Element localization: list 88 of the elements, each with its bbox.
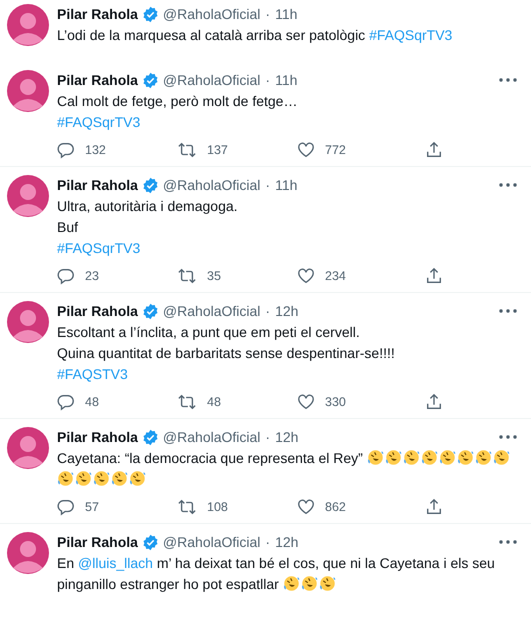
separator-dot: ·: [265, 72, 270, 88]
avatar[interactable]: [7, 427, 49, 469]
laughing-emoji-icon: [384, 449, 402, 466]
more-icon[interactable]: [499, 435, 517, 439]
user-handle[interactable]: @RaholaOficial: [162, 6, 260, 22]
user-handle[interactable]: @RaholaOficial: [162, 429, 260, 445]
user-handle[interactable]: @RaholaOficial: [162, 534, 260, 550]
heart-icon[interactable]: [297, 498, 315, 516]
tweet-text: Buf: [57, 218, 80, 237]
laughing-emoji-icon: [75, 470, 92, 487]
share-icon[interactable]: [425, 141, 443, 159]
reply-icon[interactable]: [57, 267, 75, 285]
tweet-time[interactable]: 12h: [275, 534, 298, 550]
user-name[interactable]: Pilar Rahola: [57, 303, 138, 319]
heart-icon[interactable]: [297, 267, 315, 285]
more-icon[interactable]: [499, 540, 517, 544]
laughing-emoji-icon: [438, 449, 456, 466]
user-name[interactable]: Pilar Rahola: [57, 429, 138, 445]
reply-icon[interactable]: [57, 393, 75, 411]
user-name[interactable]: Pilar Rahola: [57, 534, 138, 550]
laughing-emoji-icon: [282, 575, 300, 592]
laughing-emoji-icon: [366, 449, 384, 466]
separator-dot: ·: [265, 429, 270, 445]
tweet-time[interactable]: 11h: [275, 177, 298, 193]
reply-count: 57: [85, 500, 99, 514]
user-name[interactable]: Pilar Rahola: [57, 72, 138, 88]
tweet-text: pinganillo estranger ho pot espatllar: [57, 574, 517, 594]
avatar[interactable]: [7, 70, 49, 112]
tweet-text: Cal molt de fetge, però molt de fetge…: [57, 92, 298, 111]
more-icon[interactable]: [499, 78, 517, 82]
laughing-emoji-icon: [474, 449, 492, 466]
user-handle[interactable]: @RaholaOficial: [162, 177, 260, 193]
like-count: 862: [325, 500, 346, 514]
retweet-count: 48: [207, 395, 221, 409]
avatar[interactable]: [7, 301, 49, 343]
like-count: 234: [325, 269, 346, 283]
laughing-emoji-icon: [111, 470, 128, 487]
like-count: 772: [325, 143, 346, 157]
separator-dot: ·: [265, 6, 270, 22]
tweet-text: L’odi de la marquesa al català arriba ser patològic #FAQSqrTV3: [57, 26, 454, 45]
tweet-text: En @lluis_llach m’ ha deixat tan bé el cos, que ni la Cayetana i els seu: [57, 554, 496, 573]
reply-count: 23: [85, 269, 99, 283]
reply-icon[interactable]: [57, 498, 75, 516]
tweet-text: Escoltant a l’ínclita, a punt que em peti el cervell.: [57, 323, 361, 342]
separator-dot: ·: [265, 177, 270, 193]
laughing-emoji-icon: [318, 575, 336, 592]
tweet-time[interactable]: 12h: [275, 429, 298, 445]
reply-icon[interactable]: [57, 141, 75, 159]
retweet-icon[interactable]: [177, 267, 197, 285]
user-handle[interactable]: @RaholaOficial: [162, 303, 260, 319]
heart-icon[interactable]: [297, 141, 315, 159]
like-count: 330: [325, 395, 346, 409]
retweet-count: 108: [207, 500, 228, 514]
retweet-icon[interactable]: [177, 498, 197, 516]
laughing-emoji-icon: [492, 449, 510, 466]
tweet-text: Ultra, autoritària i demagoga.: [57, 197, 239, 216]
laughing-emoji-icon: [420, 449, 438, 466]
tweet-text: Quina quantitat de barbaritats sense despentinar-se!!!!: [57, 344, 396, 363]
retweet-count: 137: [207, 143, 228, 157]
laughing-emoji-icon: [57, 470, 74, 487]
retweet-icon[interactable]: [177, 393, 197, 411]
avatar[interactable]: [7, 175, 49, 217]
laughing-emoji-icon: [456, 449, 474, 466]
laughing-emoji-icon: [300, 575, 318, 592]
share-icon[interactable]: [425, 498, 443, 516]
more-icon[interactable]: [499, 183, 517, 187]
avatar[interactable]: [7, 4, 49, 46]
tweet-time[interactable]: 11h: [275, 6, 298, 22]
user-name[interactable]: Pilar Rahola: [57, 177, 138, 193]
tweet-time[interactable]: 12h: [275, 303, 298, 319]
avatar[interactable]: [7, 532, 49, 574]
tweet-time[interactable]: 11h: [275, 72, 298, 88]
retweet-count: 35: [207, 269, 221, 283]
laughing-emoji-icon: [129, 470, 146, 487]
share-icon[interactable]: [425, 267, 443, 285]
reply-count: 132: [85, 143, 106, 157]
reply-count: 48: [85, 395, 99, 409]
user-name[interactable]: Pilar Rahola: [57, 6, 138, 22]
retweet-icon[interactable]: [177, 141, 197, 159]
user-handle[interactable]: @RaholaOficial: [162, 72, 260, 88]
tweet-text: Cayetana: “la democracia que representa el Rey”: [57, 448, 517, 468]
heart-icon[interactable]: [297, 393, 315, 411]
separator-dot: ·: [265, 303, 270, 319]
separator-dot: ·: [265, 534, 270, 550]
laughing-emoji-icon: [93, 470, 110, 487]
more-icon[interactable]: [499, 309, 517, 313]
share-icon[interactable]: [425, 393, 443, 411]
laughing-emoji-icon: [402, 449, 420, 466]
